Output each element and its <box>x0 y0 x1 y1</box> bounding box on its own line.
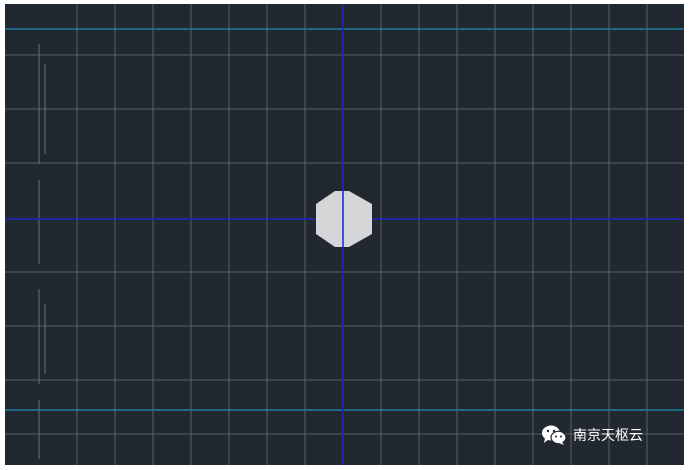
drawing-viewport[interactable] <box>5 4 684 465</box>
watermark-text: 南京天枢云 <box>573 428 643 444</box>
dashed-column-guides <box>38 44 46 459</box>
octagon-marker[interactable] <box>316 191 372 247</box>
grid-layer <box>5 4 684 465</box>
watermark: 南京天枢云 <box>541 421 643 449</box>
wechat-icon <box>542 425 567 445</box>
